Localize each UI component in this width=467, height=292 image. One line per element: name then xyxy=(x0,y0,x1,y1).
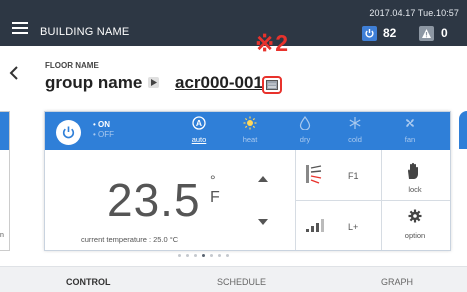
warning-icon[interactable] xyxy=(419,26,434,41)
page-dot[interactable] xyxy=(202,254,205,257)
arrow-right-icon xyxy=(148,77,159,88)
mode-auto-button[interactable]: A auto xyxy=(179,116,219,144)
floor-name: FLOOR NAME xyxy=(45,61,99,70)
fan-speed-label: L+ xyxy=(348,222,359,232)
building-name: BUILDING NAME xyxy=(40,26,130,38)
annotation-marker: ※2 xyxy=(255,30,290,56)
page-dot[interactable] xyxy=(218,254,221,257)
temperature-down-button[interactable] xyxy=(258,219,268,225)
page-dot[interactable] xyxy=(210,254,213,257)
power-button[interactable] xyxy=(56,120,81,145)
top-bar: BUILDING NAME 2017.04.17 Tue.10:57 82 0 xyxy=(0,0,467,46)
mode-heat-button[interactable]: heat xyxy=(230,116,270,144)
prev-card-peek[interactable] xyxy=(0,111,10,251)
page-dot[interactable] xyxy=(194,254,197,257)
temperature-up-button[interactable] xyxy=(258,176,268,182)
back-chevron-icon[interactable] xyxy=(9,66,19,85)
page-indicator xyxy=(170,253,290,259)
next-card-peek[interactable] xyxy=(459,111,467,149)
on-label: ON xyxy=(98,120,111,129)
mode-dry-button[interactable]: dry xyxy=(285,115,325,144)
mode-heat-label: heat xyxy=(242,135,258,144)
datetime: 2017.04.17 Tue.10:57 xyxy=(369,8,459,18)
tab-control[interactable]: CONTROL xyxy=(66,277,111,287)
hand-lock-icon[interactable] xyxy=(405,162,421,185)
unit-name-link[interactable]: acr000-001 xyxy=(175,73,263,93)
warning-count: 0 xyxy=(441,26,448,40)
option-label: option xyxy=(404,231,426,240)
menu-icon[interactable] xyxy=(12,22,28,37)
current-temperature: current temperature : 25.0 °C xyxy=(81,235,179,244)
power-status-icon[interactable] xyxy=(362,26,377,41)
fan-icon xyxy=(390,116,430,134)
mode-cold-label: cold xyxy=(348,135,362,144)
mode-dry-label: dry xyxy=(299,135,311,144)
set-temperature: 23.5 xyxy=(107,174,201,226)
bottom-tab-bar: CONTROL SCHEDULE GRAPH xyxy=(0,266,467,292)
mode-cold-button[interactable]: cold xyxy=(335,116,375,144)
group-name[interactable]: group name xyxy=(45,73,142,93)
mode-bar: • ON • OFF A auto heat dry cold fan xyxy=(45,112,450,150)
auto-mode-icon: A xyxy=(179,116,219,134)
lock-label: lock xyxy=(408,185,422,194)
temperature-unit: F xyxy=(210,189,220,206)
sun-icon xyxy=(230,116,270,134)
snowflake-icon xyxy=(335,116,375,134)
tab-schedule[interactable]: SCHEDULE xyxy=(217,277,266,287)
tab-graph[interactable]: GRAPH xyxy=(381,277,413,287)
unit-control-card: • ON • OFF A auto heat dry cold fan 23.5… xyxy=(44,111,451,251)
page-dot[interactable] xyxy=(186,254,189,257)
unit-image-icon[interactable] xyxy=(262,76,282,94)
gear-icon[interactable] xyxy=(408,209,422,228)
prev-card-label: n xyxy=(0,232,4,239)
droplet-icon xyxy=(285,115,325,134)
mode-auto-label: auto xyxy=(191,135,207,144)
on-off-indicator[interactable]: • ON • OFF xyxy=(93,120,114,140)
mode-fan-button[interactable]: fan xyxy=(390,116,430,144)
fan-speed-icon[interactable] xyxy=(305,218,327,237)
air-direction-icon[interactable] xyxy=(305,164,327,189)
divider xyxy=(295,200,450,201)
svg-text:A: A xyxy=(196,118,202,128)
on-count: 82 xyxy=(383,26,397,40)
page-dot[interactable] xyxy=(226,254,229,257)
off-label: OFF xyxy=(98,130,115,139)
page-dot[interactable] xyxy=(178,254,181,257)
air-direction-label: F1 xyxy=(348,171,359,181)
mode-fan-label: fan xyxy=(404,135,416,144)
temperature-degree-symbol: ° xyxy=(210,172,216,188)
